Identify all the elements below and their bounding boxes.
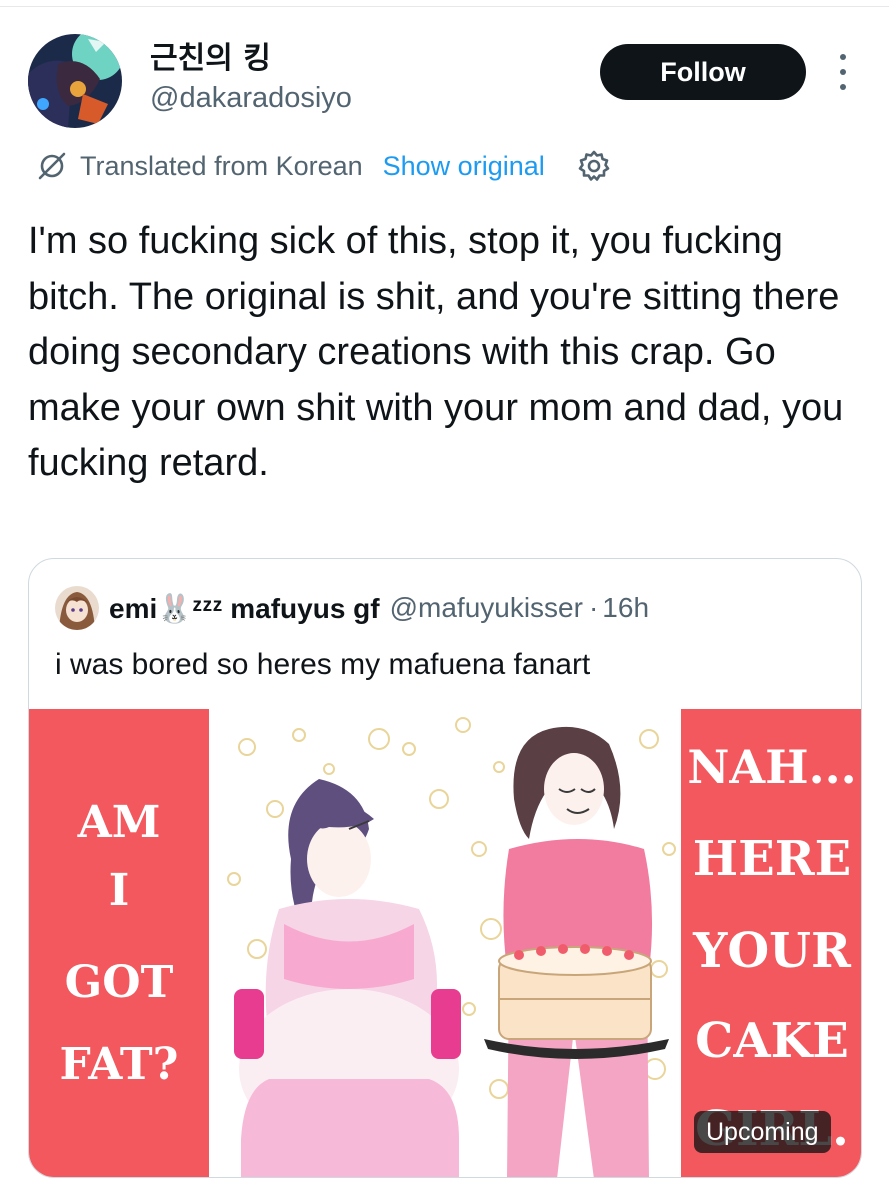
- quote-text: i was bored so heres my mafuena fanart: [55, 648, 591, 681]
- quote-separator: ·: [588, 592, 599, 623]
- user-handle[interactable]: @dakaradosiyo: [150, 78, 352, 118]
- tweet-header: 근친의 킹 @dakaradosiyo Follow: [28, 34, 858, 130]
- right-caption-line-2: HERE: [693, 831, 851, 887]
- quote-display-name[interactable]: emi🐰ᶻᶻᶻ mafuyus gf: [109, 592, 380, 625]
- left-caption-line-2: I: [109, 865, 130, 916]
- gear-icon[interactable]: [577, 149, 611, 183]
- display-name[interactable]: 근친의 킹: [150, 40, 352, 78]
- translate-slash-icon: [38, 152, 66, 180]
- left-caption-line-4: FAT?: [60, 1039, 179, 1090]
- translated-label: Translated from Korean: [80, 150, 363, 181]
- tweet-text: I'm so fucking sick of this, stop it, yo…: [28, 220, 844, 484]
- translation-bar: Translated from Korean Show original: [36, 144, 611, 188]
- quote-handle[interactable]: @mafuyukisser: [390, 592, 583, 624]
- left-caption-line-1: AM: [77, 797, 161, 848]
- fanart-image: AM I GOT FAT? NAH... HERE YOUR CAKE GIRL…: [29, 709, 861, 1177]
- quote-avatar[interactable]: [55, 586, 99, 630]
- quote-time[interactable]: 16h: [602, 592, 649, 624]
- right-caption-line-4: CAKE: [695, 1013, 849, 1069]
- quote-header: emi🐰ᶻᶻᶻ mafuyus gf @mafuyukisser · 16h: [55, 585, 649, 631]
- right-caption-line-1: NAH...: [687, 740, 856, 794]
- top-divider: [0, 6, 889, 7]
- quote-media[interactable]: AM I GOT FAT? NAH... HERE YOUR CAKE GIRL…: [29, 709, 861, 1177]
- upcoming-badge: Upcoming: [694, 1111, 831, 1153]
- left-caption-line-3: GOT: [65, 957, 174, 1008]
- right-caption-line-3: YOUR: [692, 923, 852, 979]
- avatar[interactable]: [28, 34, 122, 128]
- follow-button[interactable]: Follow: [600, 44, 806, 100]
- show-original-link[interactable]: Show original: [383, 151, 545, 182]
- more-vertical-icon[interactable]: [833, 54, 853, 90]
- quoted-tweet-card[interactable]: emi🐰ᶻᶻᶻ mafuyus gf @mafuyukisser · 16h i…: [28, 558, 862, 1178]
